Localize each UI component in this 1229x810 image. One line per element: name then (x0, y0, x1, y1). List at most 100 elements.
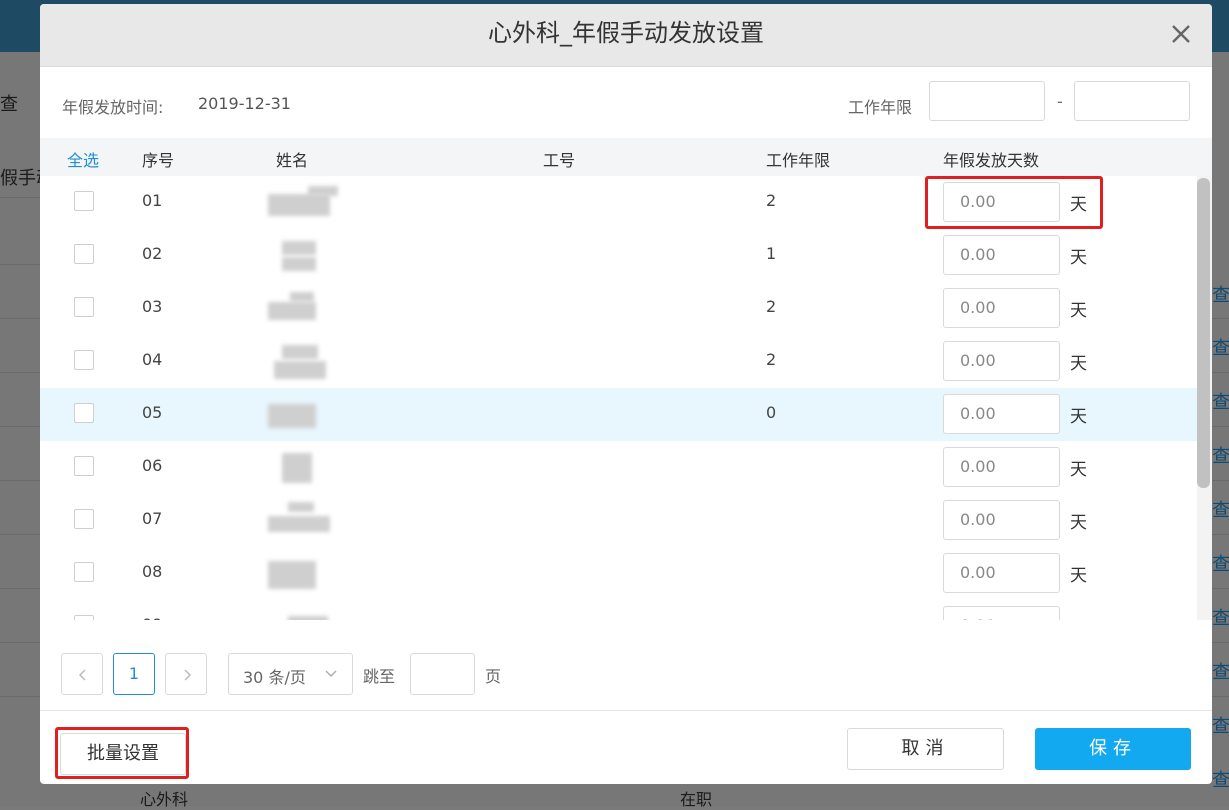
row-seq: 02 (142, 244, 163, 263)
page-size-select[interactable]: 30 条/页 (228, 653, 353, 695)
background-text: 在职 (680, 790, 713, 809)
work-years-to-input[interactable] (1074, 81, 1190, 121)
leave-days-input[interactable]: 0.00 (943, 235, 1060, 275)
leave-days-input[interactable]: 0.00 (943, 394, 1060, 434)
background-divider (1212, 588, 1229, 589)
next-page-button[interactable] (165, 653, 207, 695)
background-divider (1212, 480, 1229, 481)
background-link: 查 (1212, 392, 1229, 413)
days-unit-label: 天 (1070, 301, 1087, 321)
background-divider (0, 426, 40, 427)
page-size-value: 30 条/页 (243, 668, 306, 687)
scrollbar-thumb[interactable] (1197, 178, 1210, 488)
row-seq: 05 (142, 403, 163, 422)
header-name: 姓名 (276, 151, 309, 170)
dialog-header: 心外科_年假手动发放设置 (40, 4, 1212, 67)
jump-page-input[interactable] (410, 653, 475, 695)
row-seq: 06 (142, 456, 163, 475)
background-link: 查 (1212, 770, 1229, 791)
header-leave-days: 年假发放天数 (943, 151, 1040, 170)
background-link: 查 (1212, 608, 1229, 629)
background-divider (1212, 318, 1229, 319)
header-work-years: 工作年限 (766, 151, 831, 170)
redacted-name (268, 396, 348, 432)
days-unit-label: 天 (1070, 513, 1087, 533)
row-checkbox[interactable] (74, 191, 94, 211)
row-seq: 04 (142, 350, 163, 369)
leave-days-input[interactable]: 0.00 (943, 182, 1060, 222)
chevron-down-icon (325, 670, 337, 677)
work-years-from-input[interactable] (929, 81, 1045, 121)
days-unit-label: 天 (1070, 460, 1087, 480)
redacted-name (268, 502, 348, 538)
row-work-years: 2 (766, 350, 777, 369)
background-link: 查 (1212, 285, 1229, 306)
table-row[interactable]: 05 0 0.00 天 (40, 388, 1197, 442)
dialog-title: 心外科_年假手动发放设置 (488, 19, 764, 47)
header-emp-id: 工号 (543, 151, 576, 170)
redacted-name (268, 449, 348, 485)
row-seq: 03 (142, 297, 163, 316)
background-divider (0, 264, 40, 265)
row-checkbox[interactable] (74, 615, 94, 620)
leave-days-input[interactable]: 0.00 (943, 500, 1060, 540)
background-link: 查 (1212, 554, 1229, 575)
leave-days-input[interactable]: 0.00 (943, 553, 1060, 593)
background-link: 查 (1212, 338, 1229, 359)
work-years-label: 工作年限 (848, 98, 913, 117)
background-divider (1212, 426, 1229, 427)
row-checkbox[interactable] (74, 562, 94, 582)
row-checkbox[interactable] (74, 350, 94, 370)
issue-date-value: 2019-12-31 (198, 94, 291, 113)
days-unit-label: 天 (1070, 614, 1087, 620)
cancel-button[interactable]: 取消 (847, 728, 1004, 770)
prev-page-button[interactable] (61, 653, 103, 695)
background-divider (1212, 696, 1229, 697)
leave-days-input[interactable]: 0.00 (943, 288, 1060, 328)
row-checkbox[interactable] (74, 456, 94, 476)
issue-date-label: 年假发放时间: (62, 98, 164, 117)
table-row[interactable]: 07 0.00 天 (40, 494, 1197, 548)
leave-days-input[interactable]: 0.00 (943, 606, 1060, 620)
table-row[interactable]: 01 2 0.00 天 (40, 176, 1197, 230)
background-divider (1212, 372, 1229, 373)
table-header: 全选 序号 姓名 工号 工作年限 年假发放天数 (40, 138, 1212, 177)
row-checkbox[interactable] (74, 403, 94, 423)
close-icon[interactable] (1168, 21, 1194, 47)
row-work-years: 2 (766, 191, 777, 210)
days-unit-label: 天 (1070, 566, 1087, 586)
row-checkbox[interactable] (74, 297, 94, 317)
jump-to-label: 跳至 (363, 667, 396, 686)
batch-settings-button[interactable]: 批量设置 (60, 733, 186, 775)
leave-settings-dialog: 心外科_年假手动发放设置 年假发放时间: 2019-12-31 工作年限 - 全… (40, 4, 1212, 784)
background-text: 心外科 (140, 790, 189, 809)
row-checkbox[interactable] (74, 509, 94, 529)
redacted-name (268, 290, 348, 326)
table-row[interactable]: 08 0.00 天 (40, 547, 1197, 601)
table-row[interactable]: 03 2 0.00 天 (40, 282, 1197, 336)
dialog-footer: 批量设置 取消 保存 (40, 710, 1212, 784)
row-work-years: 2 (766, 297, 777, 316)
page-number-button[interactable]: 1 (113, 653, 155, 695)
page-unit-label: 页 (485, 667, 502, 686)
table-row[interactable]: 06 0.00 天 (40, 441, 1197, 495)
row-work-years: 1 (766, 244, 777, 263)
row-seq: 07 (142, 509, 163, 528)
row-seq: 09 (142, 615, 162, 620)
row-checkbox[interactable] (74, 244, 94, 264)
save-button[interactable]: 保存 (1035, 728, 1191, 770)
table-row[interactable]: 09 0.00 天 (40, 600, 1197, 620)
background-link: 查 (1212, 662, 1229, 683)
chevron-left-icon (78, 669, 86, 681)
background-divider (0, 372, 40, 373)
header-seq: 序号 (142, 151, 175, 170)
chevron-right-icon (184, 669, 192, 681)
background-divider (1212, 642, 1229, 643)
background-link: 查 (1212, 500, 1229, 521)
select-all-link[interactable]: 全选 (67, 147, 99, 171)
leave-days-input[interactable]: 0.00 (943, 447, 1060, 487)
background-divider (0, 534, 40, 535)
table-row[interactable]: 02 1 0.00 天 (40, 229, 1197, 283)
leave-days-input[interactable]: 0.00 (943, 341, 1060, 381)
table-row[interactable]: 04 2 0.00 天 (40, 335, 1197, 389)
